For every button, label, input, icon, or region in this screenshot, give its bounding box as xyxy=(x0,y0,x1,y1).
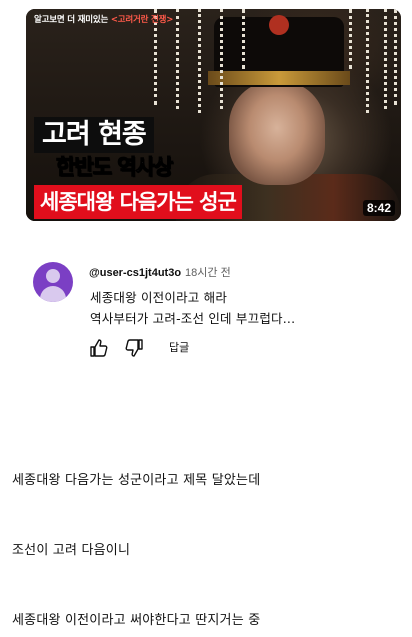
thumbnail-title-line2: 한반도 역사상 xyxy=(55,155,173,180)
video-thumbnail[interactable]: 알고보면 더 재미있는 <고려거란 전쟁> 고려 현종 한반도 역사상 세종대왕… xyxy=(26,9,401,221)
comment-author[interactable]: @user-cs1jt4ut3o xyxy=(89,267,181,279)
top-caption-prefix: 알고보면 더 재미있는 xyxy=(34,15,109,25)
comment-text-line1: 세종대왕 이전이라고 해라 xyxy=(90,290,228,305)
comment-header: @user-cs1jt4ut3o 18시간 전 xyxy=(89,264,231,280)
post-text-line3: 세종대왕 이전이라고 써야한다고 딴지거는 중 xyxy=(12,613,261,628)
avatar[interactable] xyxy=(33,262,73,302)
dislike-icon[interactable] xyxy=(124,338,144,358)
comment-timestamp[interactable]: 18시간 전 xyxy=(185,267,231,279)
post-text-line1: 세종대왕 다음가는 성군이라고 제목 달았는데 xyxy=(12,473,261,488)
thumbnail-bead-strings xyxy=(144,9,401,119)
thumbnail-title-line1: 고려 현종 xyxy=(34,117,154,153)
thumbnail-top-caption: 알고보면 더 재미있는 <고려거란 전쟁> xyxy=(34,13,173,25)
avatar-head xyxy=(46,269,60,283)
thumbnail-title-line3: 세종대왕 다음가는 성군 xyxy=(34,185,242,219)
top-caption-highlight: <고려거란 전쟁> xyxy=(110,15,174,25)
video-duration-badge: 8:42 xyxy=(362,200,395,216)
comment-text-line2: 역사부터가 고려-조선 인데 부끄럽다... xyxy=(90,311,296,326)
like-icon[interactable] xyxy=(89,338,109,358)
post-text-line2: 조선이 고려 다음이니 xyxy=(12,543,131,558)
avatar-body xyxy=(40,286,66,302)
reply-button[interactable]: 답글 xyxy=(169,339,189,355)
